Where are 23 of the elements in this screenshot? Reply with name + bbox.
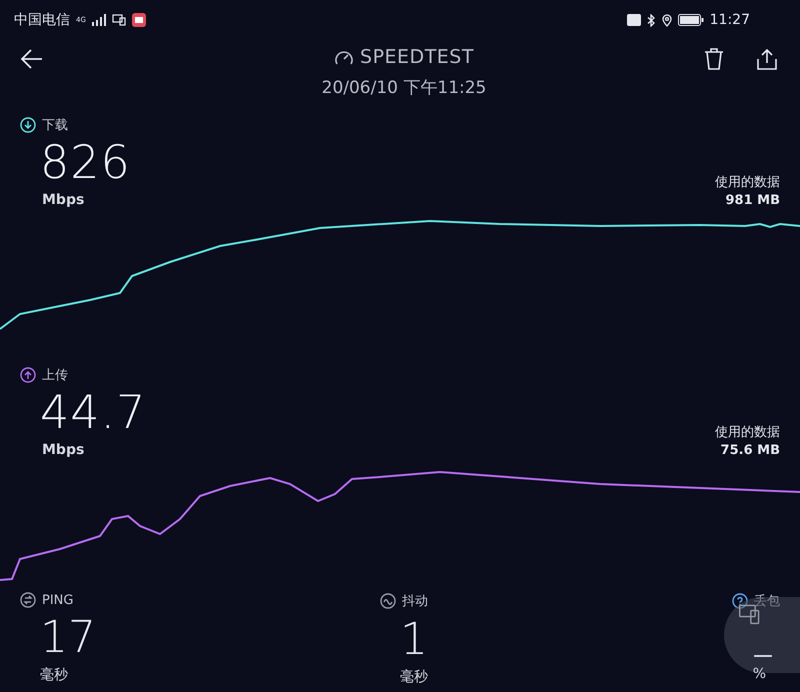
metric-value: 17 (40, 611, 96, 665)
metric-label: 丢包 (754, 593, 780, 610)
metric-label: 抖动 (402, 593, 428, 610)
metric-value: – (752, 644, 774, 664)
data-used-label: 使用的数据 (715, 424, 780, 441)
data-used-label: 使用的数据 (715, 174, 780, 191)
metric-value: 1 (400, 613, 428, 667)
metric-unit: 毫秒 (40, 666, 68, 684)
test-label: 上传 (42, 367, 68, 384)
speed-unit: Mbps (42, 192, 86, 208)
metric-unit: % (752, 666, 766, 682)
speed-value: 826 (40, 134, 131, 190)
data-used-value: 75.6 MB (720, 443, 780, 458)
carrier-name: 中国电信 (14, 11, 70, 29)
speed-value: 44.7 (40, 384, 146, 440)
test-date: 20/06/10 下午11:25 (322, 77, 486, 99)
test-label: 下载 (42, 117, 68, 134)
data-used-value: 981 MB (725, 193, 780, 208)
clock-time: 11:27 (710, 12, 750, 28)
speed-unit: Mbps (42, 442, 86, 458)
metric-label: PING (42, 592, 74, 608)
app-title: SPEEDTEST (360, 46, 474, 68)
metric-unit: 毫秒 (400, 668, 428, 686)
